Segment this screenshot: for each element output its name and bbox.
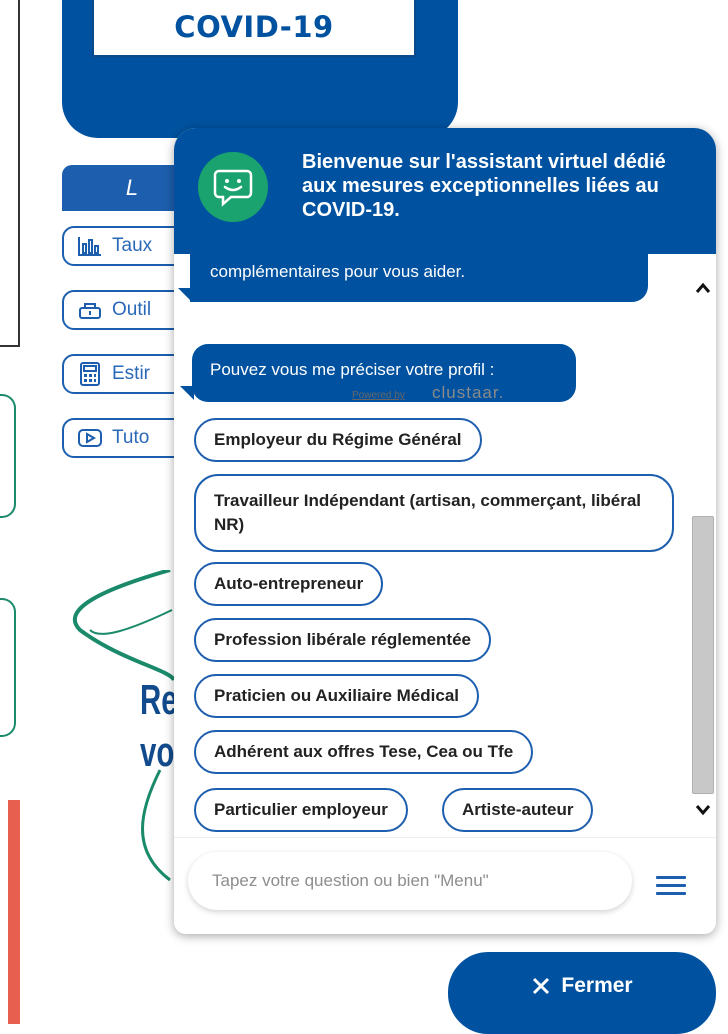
choice-label: Profession libérale réglementée [214,630,471,649]
menu-icon[interactable] [656,876,686,898]
logo-text-line2: vo [140,728,175,775]
chat-widget: Bienvenue sur l'assistant virtuel dédié … [174,128,716,934]
choice-travailleur-independant[interactable]: Travailleur Indépendant (artisan, commer… [194,474,674,552]
red-strip [8,800,20,1024]
link-label: Taux [112,235,153,256]
link-label: Tuto [112,427,150,448]
choice-label: Particulier employeur [214,800,388,819]
choice-label: Auto-entrepreneur [214,574,364,593]
covid-banner-inner: COVID-19 [92,0,416,57]
play-icon [76,425,104,451]
bubble-tail [180,386,194,400]
choice-label: Praticien ou Auxiliaire Médical [214,686,460,705]
link-label: Outil [112,299,152,320]
choice-adherent-tese-cea-tfe[interactable]: Adhérent aux offres Tese, Cea ou Tfe [194,730,534,774]
powered-by-brand: clustaar. [432,383,505,402]
covid-banner[interactable]: COVID-19 [62,0,458,138]
close-icon [533,977,550,995]
chat-input-area [174,837,716,934]
choice-auto-entrepreneur[interactable]: Auto-entrepreneur [194,562,384,606]
bot-avatar-icon [198,152,268,222]
link-label: Estir [112,363,150,384]
powered-by-label[interactable]: Powered by [352,390,405,401]
chat-title: Bienvenue sur l'assistant virtuel dédié … [302,151,666,221]
tools-icon [76,297,104,323]
logo-text-line1: Re [140,676,178,723]
scrollbar-thumb[interactable] [692,516,714,794]
green-frame-bottom [0,598,16,737]
scroll-up-icon[interactable] [693,278,713,298]
green-frame-top [0,394,16,518]
covid-title: COVID-19 [174,10,334,44]
choice-label: Travailleur Indépendant (artisan, commer… [214,491,642,534]
bot-message-previous: complémentaires pour vous aider. [190,254,648,302]
choice-employeur-regime-general[interactable]: Employeur du Régime Général [194,418,482,462]
choice-profession-liberale[interactable]: Profession libérale réglementée [194,618,491,662]
choice-label: Artiste-auteur [462,800,574,819]
bot-message-text: complémentaires pour vous aider. [210,262,466,281]
bubble-tail [178,288,192,302]
page-border [0,0,20,347]
scroll-down-icon[interactable] [693,800,713,820]
close-chat-button[interactable]: Fermer [448,952,716,1034]
close-chat-label: Fermer [561,974,633,997]
choice-artiste-auteur[interactable]: Artiste-auteur [442,788,594,832]
choice-praticien-medical[interactable]: Praticien ou Auxiliaire Médical [194,674,480,718]
bot-question-text: Pouvez vous me préciser votre profil : [210,360,495,379]
calculator-icon [76,361,104,387]
bar-chart-icon [76,233,104,259]
choice-label: Adhérent aux offres Tese, Cea ou Tfe [214,742,514,761]
chat-header: Bienvenue sur l'assistant virtuel dédié … [174,128,716,254]
chat-smile-icon [213,169,253,207]
chat-question-input[interactable] [188,852,632,910]
choice-label: Employeur du Régime Général [214,430,462,449]
choice-particulier-employeur[interactable]: Particulier employeur [194,788,408,832]
